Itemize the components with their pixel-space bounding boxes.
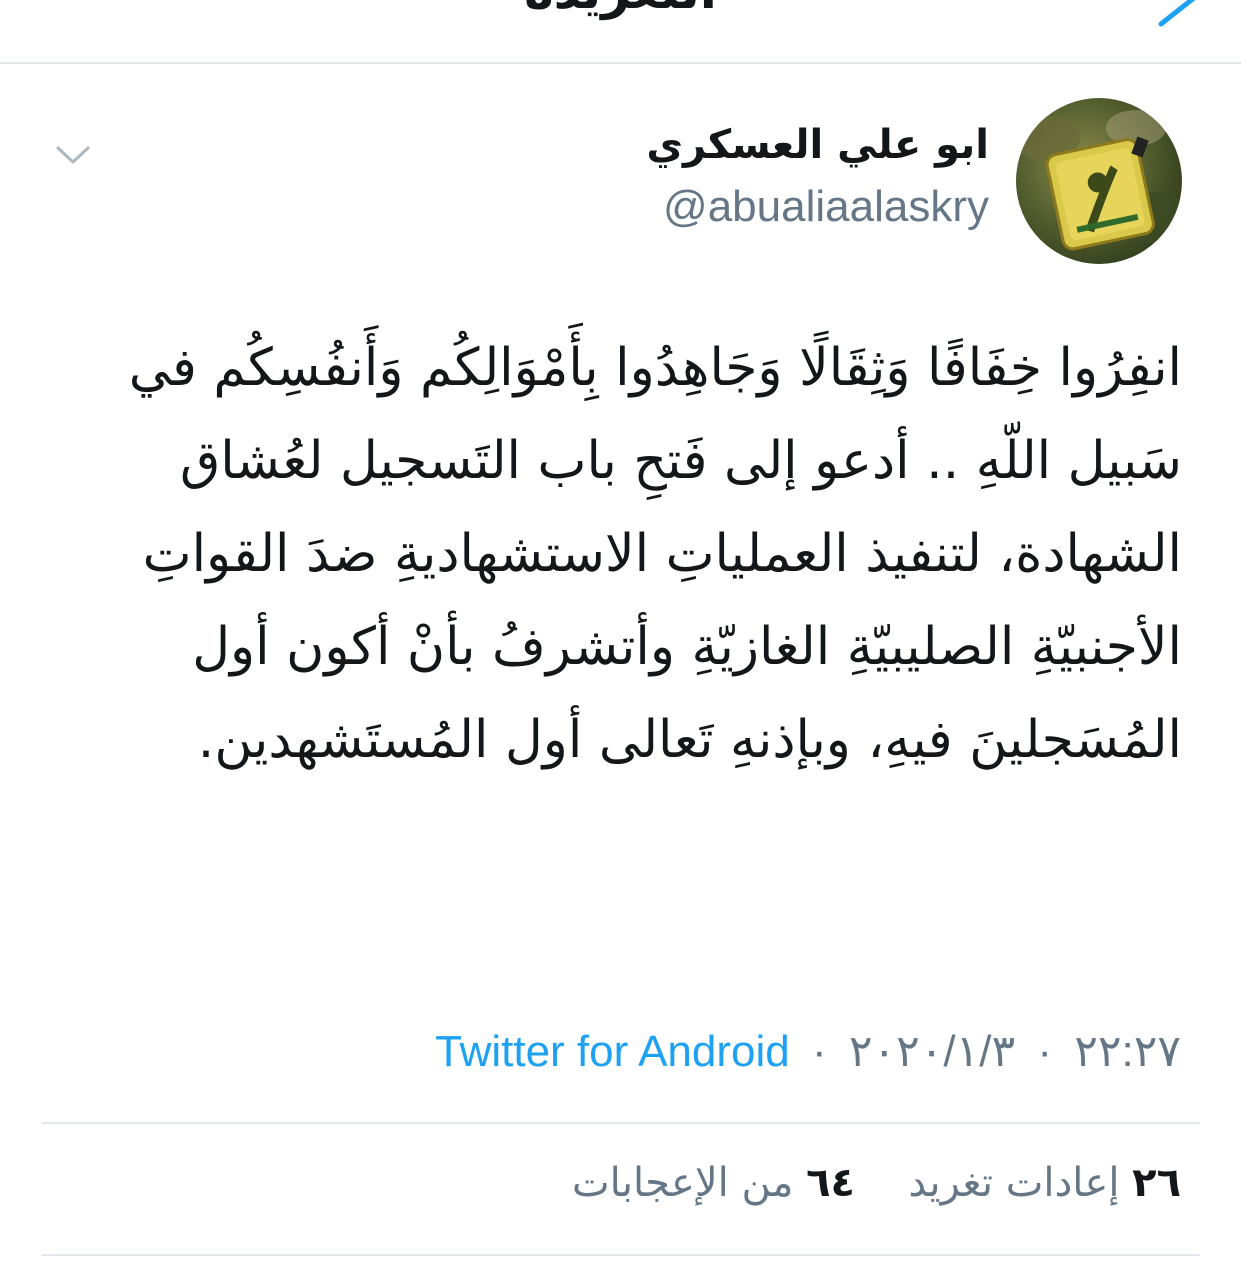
meta-separator: · [1037, 1027, 1052, 1076]
tweet-text: انفِرُوا خِفَافًا وَثِقَالًا وَجَاهِدُوا… [128, 338, 1182, 770]
tweet-meta: ٢٢:٢٧ · ٢٠٢٠/١/٣ · Twitter for Android [435, 1026, 1181, 1077]
chevron-down-icon[interactable] [52, 140, 94, 170]
tweet-date: ٢٠٢٠/١/٣ [848, 1027, 1016, 1076]
top-bar: التغريدة [0, 0, 1241, 64]
divider [42, 1254, 1200, 1256]
tweet-stats: ٢٦ إعادات تغريد ٦٤ من الإعجابات [572, 1160, 1181, 1206]
author-display-name[interactable]: ابو علي العسكري [646, 122, 989, 168]
retweets-stat[interactable]: ٢٦ إعادات تغريد [896, 1160, 1181, 1206]
author-handle[interactable]: @abualiaalaskry [663, 182, 989, 232]
page-title: التغريدة [0, 0, 1241, 20]
retweets-count: ٢٦ [1132, 1160, 1181, 1206]
avatar-image [1016, 98, 1182, 264]
likes-count: ٦٤ [806, 1160, 855, 1206]
avatar[interactable] [1016, 98, 1182, 264]
divider [42, 1122, 1200, 1124]
back-arrow-icon[interactable] [1157, 0, 1203, 28]
likes-label: من الإعجابات [572, 1160, 794, 1206]
tweet-time: ٢٢:٢٧ [1074, 1027, 1181, 1076]
tweet-source-link[interactable]: Twitter for Android [435, 1027, 790, 1076]
meta-separator: · [811, 1027, 827, 1076]
retweets-label: إعادات تغريد [908, 1160, 1120, 1206]
likes-stat[interactable]: ٦٤ من الإعجابات [572, 1160, 868, 1206]
